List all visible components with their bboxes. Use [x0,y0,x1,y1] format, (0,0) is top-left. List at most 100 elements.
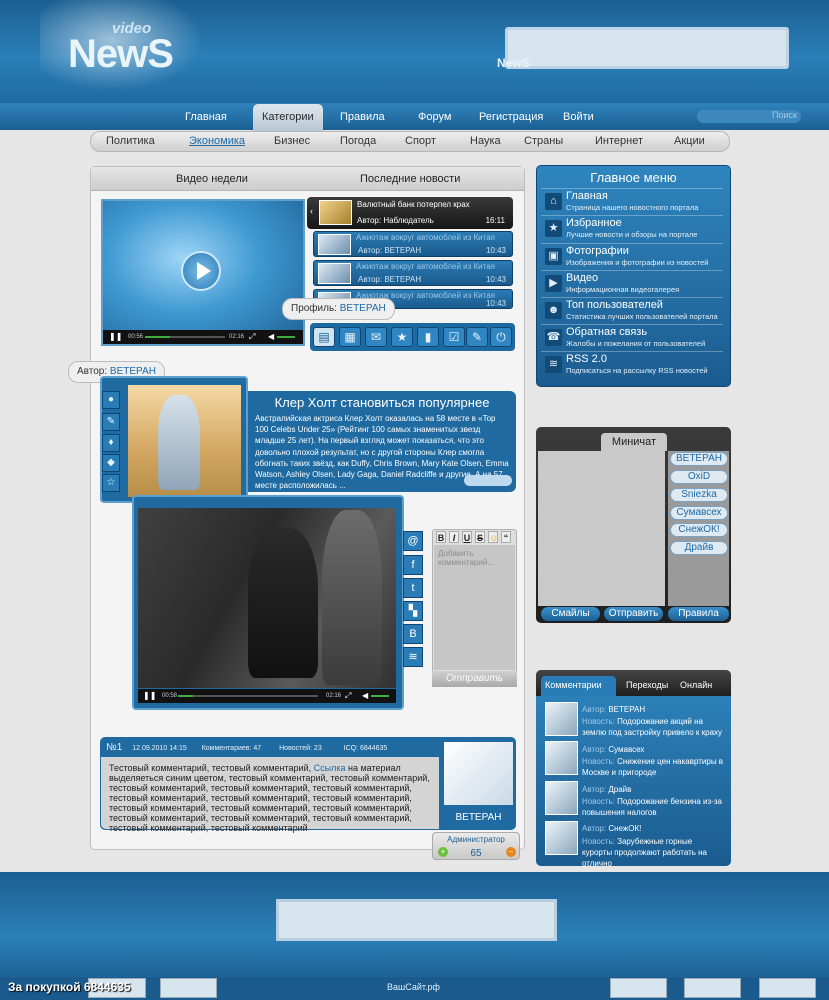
chat-user[interactable]: Сумавсех [670,506,728,520]
italic-icon[interactable]: I [449,531,459,543]
chat-rules-button[interactable]: Правила [668,607,729,621]
fullscreen-icon[interactable]: ⤢ [345,689,351,703]
comment-item-news[interactable]: Новость: Зарубежные горные курорты продо… [582,836,724,869]
video-controls-2[interactable]: ❚❚ 00:58 02:16 ⤢ ◀ [138,689,396,703]
cat-sport[interactable]: Спорт [405,135,436,147]
tooltip-user[interactable]: ВЕТЕРАН [340,303,386,314]
stats-icon[interactable]: ▮ [417,327,439,347]
cat-business[interactable]: Бизнес [274,135,310,147]
nav-home[interactable]: Главная [185,111,227,123]
cat-promo[interactable]: Акции [674,135,705,147]
cat-science[interactable]: Наука [470,135,501,147]
favorite-doc-icon[interactable]: ★ [391,327,413,347]
delicious-icon[interactable]: ▚ [403,601,423,621]
footer-button[interactable] [160,978,217,998]
comment-send-button[interactable]: Отправить [432,671,517,687]
comment-item-news[interactable]: Новость: Снижение цен накавртиры в Москв… [582,756,724,778]
menu-home[interactable]: Главная [566,190,608,202]
star-icon[interactable]: ☆ [102,474,120,492]
author-name[interactable]: ВЕТЕРАН [608,705,645,714]
footer-button[interactable] [759,978,816,998]
fullscreen-icon[interactable]: ⤢ [249,330,255,344]
nav-register[interactable]: Регистрация [479,111,543,123]
chat-send-button[interactable]: Отправить [604,607,663,621]
author-name[interactable]: СнежОК! [608,824,641,833]
menu-favorites[interactable]: Избранное [566,217,622,229]
cat-economy[interactable]: Экономика [189,135,245,147]
tab-comments[interactable]: Комментарии [545,680,602,690]
nav-login[interactable]: Войти [563,111,594,123]
comment-thumb[interactable] [545,821,578,855]
comment-item-news[interactable]: Новость: Подорожание бензина из-за повыш… [582,796,724,818]
vkontakte-icon[interactable]: B [403,624,423,644]
user-icon[interactable]: ● [102,391,120,409]
smiles-button[interactable]: Смайлы [541,607,600,621]
menu-feedback[interactable]: Обратная связь [566,326,647,338]
pause-icon[interactable]: ❚❚ [109,330,122,344]
mail-icon[interactable]: ✉ [365,327,387,347]
chat-icon[interactable]: ✎ [466,327,488,347]
footer-banner[interactable] [276,899,557,941]
header-banner[interactable] [505,27,789,69]
news-item-featured[interactable]: ‹ Валютный банк потерпел крах Автор: Наб… [307,197,513,229]
strike-icon[interactable]: S [475,531,485,543]
nav-rules[interactable]: Правила [340,111,385,123]
power-icon[interactable]: ⏻ [490,327,512,347]
footer-button[interactable] [610,978,667,998]
quote-icon[interactable]: “ [501,531,511,543]
email-share-icon[interactable]: @ [403,531,423,551]
volume-slider[interactable] [277,336,295,338]
comments-icon[interactable]: ✎ [102,413,120,431]
tab-online[interactable]: Онлайн [680,680,712,690]
chat-user[interactable]: Sniezka [670,488,728,502]
menu-top-users[interactable]: Топ пользователей [566,299,663,311]
comment-thumb[interactable] [545,781,578,815]
bold-icon[interactable]: B [436,531,446,543]
nav-forum[interactable]: Форум [418,111,451,123]
rss-icon[interactable]: ≋ [403,647,423,667]
chat-user[interactable]: ВЕТЕРАН [670,452,728,466]
avatar[interactable] [444,742,513,805]
menu-photos[interactable]: Фотографии [566,245,629,257]
minus-icon[interactable]: − [506,847,516,857]
video-progress[interactable] [178,695,318,697]
footer-site-link[interactable]: ВашСайт.рф [387,982,440,992]
tab-video-week[interactable]: Видео недели [176,173,248,185]
chevron-left-icon[interactable]: ‹ [310,206,313,216]
article-pager[interactable] [464,475,512,486]
pause-icon[interactable]: ❚❚ [143,689,156,703]
twitter-icon[interactable]: t [403,578,423,598]
menu-video[interactable]: Видео [566,272,598,284]
tab-latest-news[interactable]: Последние новости [360,173,460,185]
menu-rss[interactable]: RSS 2.0 [566,353,607,365]
news-item[interactable]: Ажиотаж вокруг автомоблей из Китая Автор:… [313,260,513,286]
tag-icon[interactable]: ◆ [102,454,120,472]
comment-textarea[interactable]: Добавить комментарий... [434,545,515,670]
underline-icon[interactable]: U [462,531,472,543]
comment-thumb[interactable] [545,741,578,775]
chat-user[interactable]: Драйв [670,541,728,555]
comment-thumb[interactable] [545,702,578,736]
bulb-icon[interactable]: ♦ [102,434,120,452]
logo[interactable]: NewS [68,32,174,77]
search-input[interactable]: Поиск [697,110,801,123]
volume-icon[interactable]: ◀ [362,689,368,703]
checklist-icon[interactable]: ☑ [443,327,465,347]
comment-item-news[interactable]: Новость: Подорожание акций на землю под … [582,716,724,738]
volume-slider[interactable] [371,695,389,697]
comment-link[interactable]: Ссылка [314,763,346,773]
cat-politics[interactable]: Политика [106,135,155,147]
author-name[interactable]: Драйв [608,785,631,794]
document-icon[interactable]: ▦ [339,327,361,347]
footer-button[interactable] [684,978,741,998]
cat-countries[interactable]: Страны [524,135,563,147]
video-progress[interactable] [145,336,225,338]
nav-categories[interactable]: Категории [262,111,314,123]
article-title[interactable]: Клер Холт становиться популярнее [248,395,516,410]
smile-icon[interactable]: ☺ [488,531,498,543]
comment-author[interactable]: ВЕТЕРАН [444,812,513,823]
chat-user[interactable]: СнежОК! [670,523,728,537]
tab-referrals[interactable]: Переходы [626,680,668,690]
cat-internet[interactable]: Интернет [595,135,643,147]
cat-weather[interactable]: Погода [340,135,376,147]
